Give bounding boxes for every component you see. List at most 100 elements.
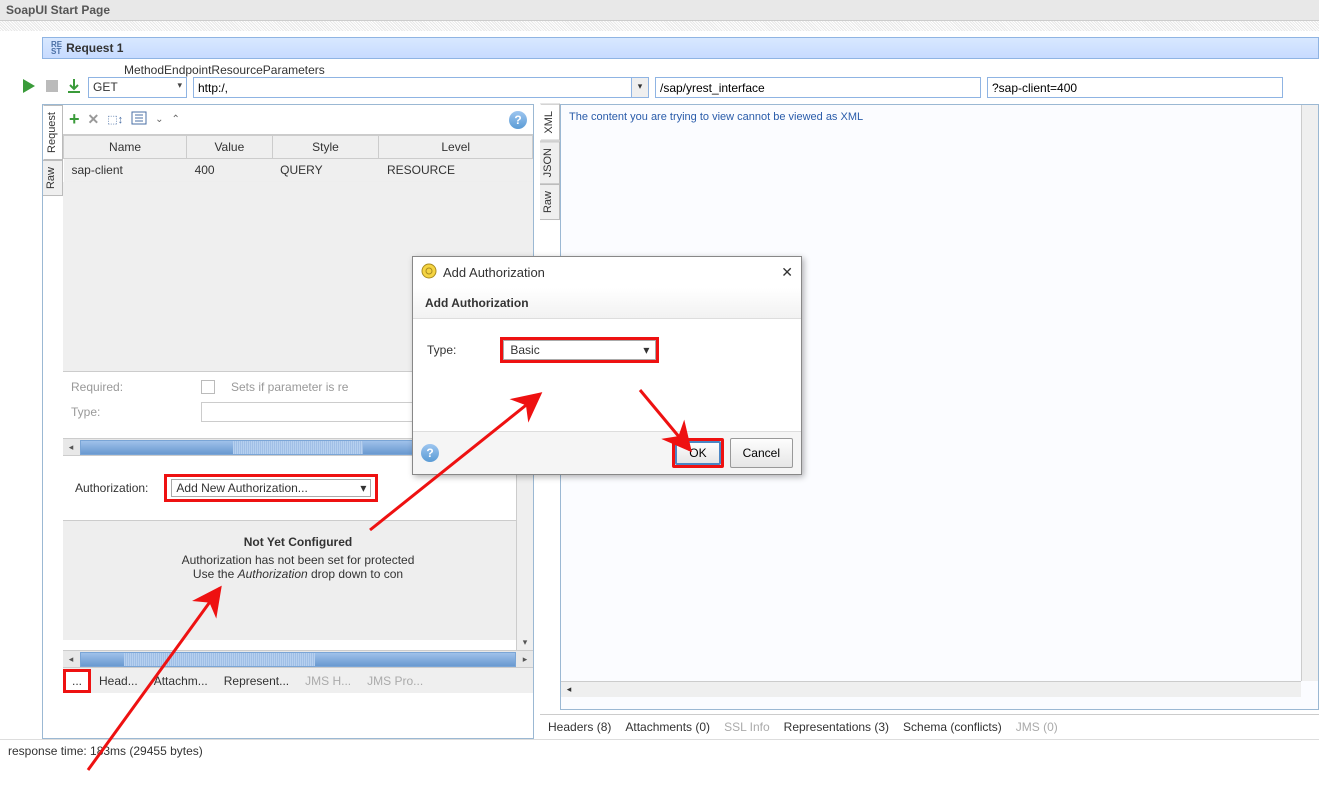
dialog-header: Add Authorization — [413, 288, 801, 319]
dialog-help-icon[interactable]: ? — [421, 444, 439, 462]
stop-button[interactable] — [44, 78, 60, 97]
params-table: Name Value Style Level sap-client 400 QU… — [63, 135, 533, 182]
side-tab-raw[interactable]: Raw — [43, 160, 63, 196]
add-authorization-dialog: Add Authorization ✕ Add Authorization Ty… — [412, 256, 802, 475]
col-style[interactable]: Style — [272, 136, 379, 159]
col-name[interactable]: Name — [64, 136, 187, 159]
col-level[interactable]: Level — [379, 136, 533, 159]
chevron-down-icon: ▾ — [643, 343, 649, 357]
tab-r-jms[interactable]: JMS (0) — [1016, 720, 1058, 734]
side-tab-raw-r[interactable]: Raw — [540, 184, 560, 220]
tab-attachments[interactable]: Attachm... — [146, 670, 216, 692]
type-label: Type: — [427, 343, 456, 357]
request-tab-row: REST Request 1 — [0, 31, 1319, 59]
hscroll-track[interactable] — [80, 652, 516, 667]
help-icon[interactable]: ? — [509, 111, 527, 129]
left-side-tabs: Request Raw — [43, 105, 63, 738]
hscroll-thumb[interactable] — [124, 653, 315, 666]
scroll-down-icon[interactable]: ▾ — [517, 634, 533, 650]
tab-r-attachments[interactable]: Attachments (0) — [625, 720, 710, 734]
tab-r-schema[interactable]: Schema (conflicts) — [903, 720, 1002, 734]
start-page-tab[interactable]: SoapUI Start Page — [0, 0, 1319, 21]
xml-warning: The content you are trying to view canno… — [561, 105, 1318, 129]
reorder-icon[interactable] — [131, 111, 147, 128]
tab-headers[interactable]: Head... — [91, 670, 146, 692]
auth-hscroll[interactable]: ◂ ▸ — [63, 650, 533, 667]
dialog-footer: ? OK Cancel — [413, 431, 801, 474]
method-combo[interactable]: GET▾ — [88, 77, 187, 98]
right-vscroll[interactable] — [1301, 105, 1318, 681]
table-row[interactable]: sap-client 400 QUERY RESOURCE — [64, 159, 533, 182]
rest-badge-icon: REST — [51, 41, 62, 55]
auth-type-value: Basic — [510, 343, 539, 357]
field-labels: Method Endpoint Resource Parameters — [0, 59, 1319, 77]
cell-level: RESOURCE — [379, 159, 533, 182]
endpoint-dropdown-button[interactable]: ▾ — [631, 77, 649, 98]
chevron-down-icon: ▾ — [360, 481, 366, 495]
run-button[interactable] — [20, 77, 38, 98]
not-configured-line2: Use the Authorization drop down to con — [73, 567, 523, 581]
chevron-down-icon: ▾ — [177, 80, 182, 91]
side-tab-json[interactable]: JSON — [540, 141, 560, 184]
tab-representations[interactable]: Represent... — [216, 670, 297, 692]
dialog-titlebar[interactable]: Add Authorization ✕ — [413, 257, 801, 288]
scroll-right-icon[interactable]: ▸ — [517, 654, 533, 665]
ok-button[interactable]: OK — [675, 441, 720, 465]
status-bar: response time: 183ms (29455 bytes) — [0, 739, 1319, 762]
right-hscroll[interactable]: ◂ — [561, 681, 1301, 697]
not-configured-title: Not Yet Configured — [73, 535, 523, 549]
auth-vscroll[interactable]: ▴ ▾ — [516, 456, 533, 650]
auth-config-message: Not Yet Configured Authorization has not… — [63, 520, 533, 640]
move-up-icon[interactable]: ⬚↕ — [107, 113, 123, 126]
endpoint-field[interactable]: ▾ — [193, 77, 649, 98]
start-page-label: SoapUI Start Page — [6, 3, 110, 17]
required-checkbox[interactable] — [201, 380, 215, 394]
type-label: Type: — [71, 405, 191, 419]
method-label: Method — [124, 63, 164, 77]
parameters-input[interactable] — [987, 77, 1283, 98]
endpoint-input[interactable] — [193, 77, 631, 98]
request-tab-title: Request 1 — [66, 41, 123, 55]
params-toolbar: + ✕ ⬚↕ ⌄ ⌃ ? — [63, 105, 533, 135]
cell-style: QUERY — [272, 159, 379, 182]
dialog-body: Type: Basic ▾ — [413, 319, 801, 431]
right-bottom-tabs: Headers (8) Attachments (0) SSL Info Rep… — [540, 714, 1319, 739]
tab-r-ssl[interactable]: SSL Info — [724, 720, 770, 734]
auth-dropdown-value: Add New Authorization... — [176, 481, 307, 495]
dialog-title: Add Authorization — [443, 265, 775, 280]
tab-jms-properties[interactable]: JMS Pro... — [359, 670, 431, 692]
delete-param-icon[interactable]: ✕ — [88, 111, 100, 128]
auth-label: Authorization: — [75, 481, 148, 495]
auth-type-dropdown[interactable]: Basic ▾ — [500, 337, 659, 363]
parameters-label: Parameters — [263, 63, 325, 77]
request-tab[interactable]: REST Request 1 — [42, 37, 1319, 59]
side-tab-xml[interactable]: XML — [540, 104, 560, 141]
resource-input[interactable] — [655, 77, 981, 98]
add-param-icon[interactable]: + — [69, 109, 80, 130]
not-configured-line1: Authorization has not been set for prote… — [73, 553, 523, 567]
scroll-left-icon[interactable]: ◂ — [561, 682, 577, 697]
tab-r-representations[interactable]: Representations (3) — [784, 720, 889, 734]
scroll-left-icon[interactable]: ◂ — [63, 442, 79, 453]
endpoint-label: Endpoint — [164, 63, 211, 77]
dialog-app-icon — [421, 263, 437, 282]
cell-name: sap-client — [64, 159, 187, 182]
tab-r-headers[interactable]: Headers (8) — [548, 720, 611, 734]
decorative-strip — [0, 21, 1319, 31]
save-button[interactable] — [66, 77, 82, 98]
auth-section: Authorization: Add New Authorization... … — [63, 455, 533, 650]
auth-dropdown[interactable]: Add New Authorization... ▾ — [164, 474, 378, 502]
tab-auth[interactable]: ... — [63, 669, 91, 693]
col-value[interactable]: Value — [187, 136, 273, 159]
cancel-button[interactable]: Cancel — [730, 438, 793, 468]
ok-button-highlight: OK — [672, 438, 723, 468]
side-tab-request[interactable]: Request — [43, 105, 63, 160]
show-icon[interactable]: ⌄ — [155, 114, 163, 125]
close-icon[interactable]: ✕ — [781, 264, 793, 281]
method-inputs-row: GET▾ ▾ — [0, 77, 1319, 104]
tab-jms-headers[interactable]: JMS H... — [297, 670, 359, 692]
scroll-left-icon[interactable]: ◂ — [63, 654, 79, 665]
hscroll-thumb[interactable] — [233, 441, 363, 454]
required-label: Required: — [71, 380, 191, 394]
hide-icon[interactable]: ⌃ — [172, 114, 180, 125]
